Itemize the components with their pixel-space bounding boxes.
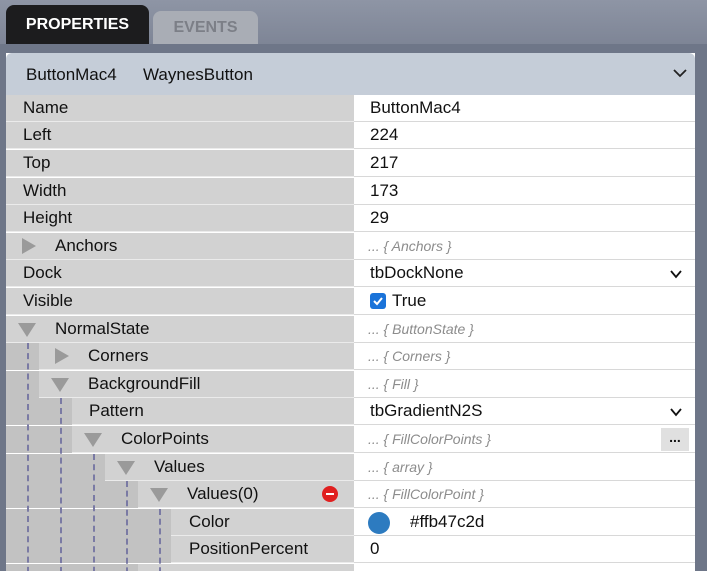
remove-icon[interactable] bbox=[322, 486, 338, 502]
property-value[interactable]: 224 bbox=[370, 125, 398, 145]
property-value[interactable]: ... { Corners } bbox=[368, 348, 450, 364]
properties-panel: ButtonMac4 WaynesButton Name ButtonMac4 … bbox=[6, 53, 695, 571]
property-value[interactable]: ... { array } bbox=[368, 459, 433, 475]
pattern-select[interactable]: tbGradientN2S bbox=[370, 401, 482, 421]
property-label: Top bbox=[23, 153, 51, 172]
expand-triangle-icon[interactable] bbox=[22, 238, 36, 254]
chevron-down-icon[interactable] bbox=[669, 267, 683, 281]
collapse-triangle-icon[interactable] bbox=[18, 323, 36, 337]
property-value[interactable]: ... { Anchors } bbox=[368, 238, 452, 254]
tree-guide-line bbox=[93, 454, 95, 571]
dock-select[interactable]: tbDockNone bbox=[370, 263, 464, 283]
property-value[interactable]: ... { FillColorPoint } bbox=[368, 486, 484, 502]
property-label: Values(0) bbox=[187, 484, 259, 503]
property-row-height[interactable]: Height 29 bbox=[6, 205, 695, 232]
property-value[interactable]: ... { FillColorPoints } bbox=[368, 431, 491, 447]
object-class: WaynesButton bbox=[143, 65, 253, 84]
property-label: ColorPoints bbox=[121, 429, 209, 448]
tree-guide-line bbox=[60, 398, 62, 571]
property-label: Name bbox=[23, 98, 69, 117]
tree-guide-line bbox=[126, 481, 128, 571]
color-value[interactable]: #ffb47c2d bbox=[410, 512, 484, 532]
property-row-width[interactable]: Width 173 bbox=[6, 178, 695, 205]
expand-triangle-icon[interactable] bbox=[55, 348, 69, 364]
property-row-color[interactable]: Color #ffb47c2d bbox=[6, 509, 695, 536]
property-label: NormalState bbox=[55, 319, 150, 338]
property-value[interactable]: 29 bbox=[370, 208, 389, 228]
chevron-down-icon[interactable] bbox=[671, 64, 689, 82]
color-swatch-icon[interactable] bbox=[368, 512, 390, 534]
property-label: Height bbox=[23, 208, 73, 227]
tree-guide-line bbox=[159, 509, 161, 571]
property-row-partial bbox=[6, 564, 695, 571]
tab-bar: PROPERTIES EVENTS bbox=[0, 0, 707, 44]
collapse-triangle-icon[interactable] bbox=[150, 488, 168, 502]
property-value[interactable]: ButtonMac4 bbox=[370, 98, 461, 118]
property-row-values-0[interactable]: Values(0) ... { FillColorPoint } bbox=[6, 481, 695, 508]
property-row-visible[interactable]: Visible True bbox=[6, 288, 695, 315]
property-label: Width bbox=[23, 181, 67, 200]
property-label: Color bbox=[189, 512, 230, 531]
property-row-backgroundfill[interactable]: BackgroundFill ... { Fill } bbox=[6, 371, 695, 398]
property-value[interactable]: 0 bbox=[370, 539, 379, 559]
property-value[interactable]: 173 bbox=[370, 181, 398, 201]
visible-value: True bbox=[392, 291, 427, 310]
property-label: Visible bbox=[23, 291, 73, 310]
property-row-name[interactable]: Name ButtonMac4 bbox=[6, 95, 695, 122]
tab-properties[interactable]: PROPERTIES bbox=[6, 5, 149, 44]
property-label: Corners bbox=[88, 346, 149, 365]
property-row-anchors[interactable]: Anchors ... { Anchors } bbox=[6, 233, 695, 260]
property-label: Left bbox=[23, 125, 52, 144]
property-row-left[interactable]: Left 224 bbox=[6, 122, 695, 149]
property-value[interactable]: ... { Fill } bbox=[368, 376, 419, 392]
collapse-triangle-icon[interactable] bbox=[51, 378, 69, 392]
property-label: Pattern bbox=[89, 401, 144, 420]
property-row-values[interactable]: Values ... { array } bbox=[6, 454, 695, 481]
property-label: Anchors bbox=[55, 236, 118, 255]
property-row-dock[interactable]: Dock tbDockNone bbox=[6, 260, 695, 287]
property-row-pattern[interactable]: Pattern tbGradientN2S bbox=[6, 398, 695, 425]
property-label: BackgroundFill bbox=[88, 374, 201, 393]
property-row-top[interactable]: Top 217 bbox=[6, 150, 695, 177]
object-selector[interactable]: ButtonMac4 WaynesButton bbox=[6, 53, 695, 95]
tab-events[interactable]: EVENTS bbox=[153, 11, 258, 44]
property-label: Dock bbox=[23, 263, 62, 282]
collapse-triangle-icon[interactable] bbox=[84, 433, 102, 447]
property-row-corners[interactable]: Corners ... { Corners } bbox=[6, 343, 695, 370]
edit-collection-button[interactable]: ... bbox=[661, 428, 689, 451]
property-label: Values bbox=[154, 457, 205, 476]
property-row-normalstate[interactable]: NormalState ... { ButtonState } bbox=[6, 316, 695, 343]
chevron-down-icon[interactable] bbox=[669, 405, 683, 419]
property-row-colorpoints[interactable]: ColorPoints ... { FillColorPoints } ... bbox=[6, 426, 695, 453]
collapse-triangle-icon[interactable] bbox=[117, 461, 135, 475]
object-name: ButtonMac4 bbox=[26, 65, 117, 84]
property-label: PositionPercent bbox=[189, 539, 309, 558]
property-row-positionpercent[interactable]: PositionPercent 0 bbox=[6, 536, 695, 563]
tree-guide-line bbox=[27, 343, 29, 571]
checkbox-icon[interactable] bbox=[370, 293, 386, 309]
property-value[interactable]: ... { ButtonState } bbox=[368, 321, 474, 337]
property-value[interactable]: 217 bbox=[370, 153, 398, 173]
